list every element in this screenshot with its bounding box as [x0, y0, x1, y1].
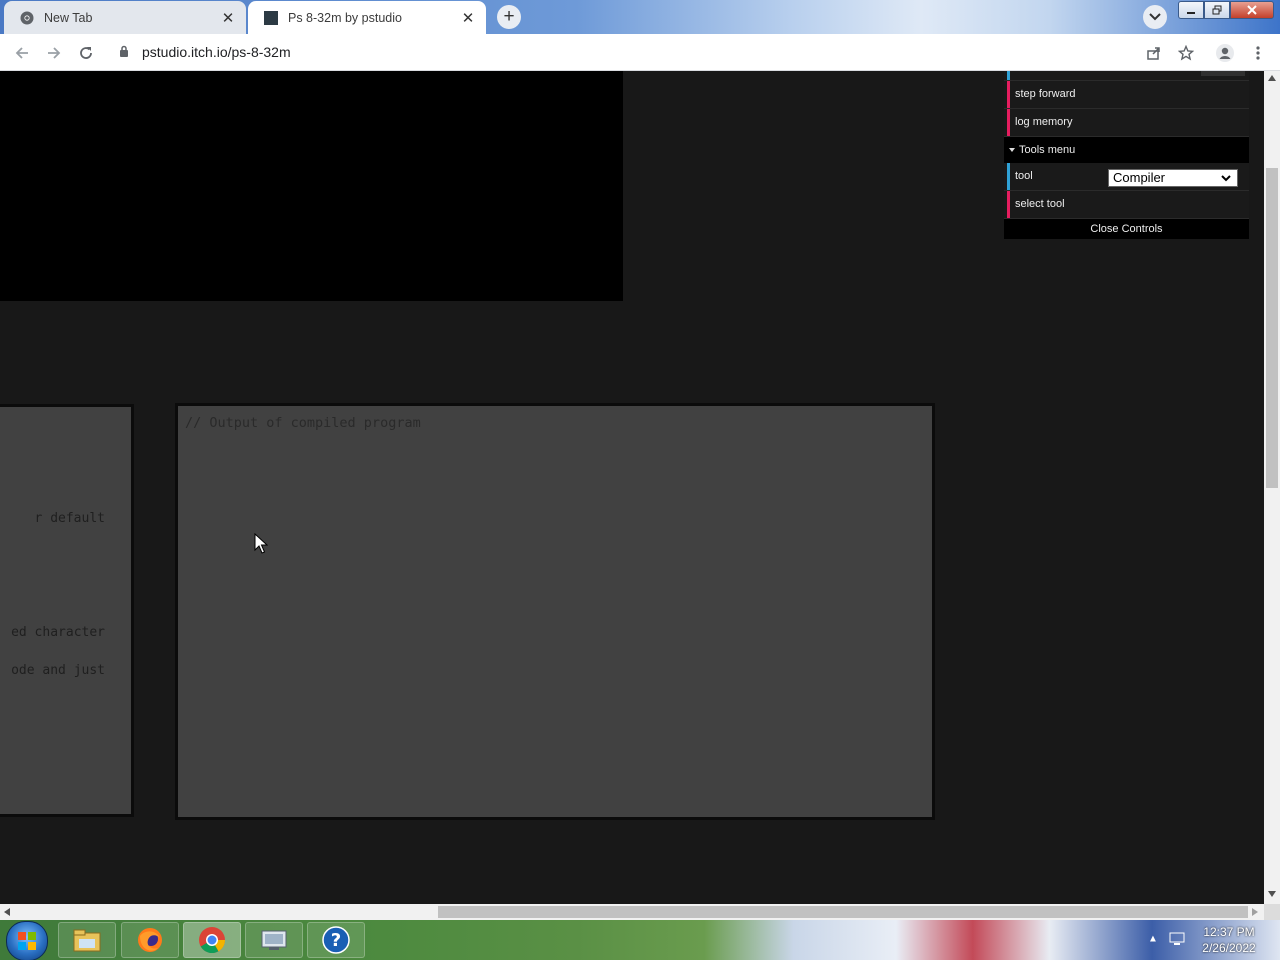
game-canvas[interactable]: [0, 71, 623, 301]
back-arrow-icon: [15, 47, 28, 59]
firefox-icon: [138, 928, 162, 952]
tab-new-tab[interactable]: New Tab ✕: [4, 1, 246, 34]
select-tool-button[interactable]: select tool: [1004, 191, 1249, 219]
chevron-down-icon: [1149, 13, 1161, 21]
control-label: select tool: [1015, 198, 1065, 210]
network-taskbar-button[interactable]: [245, 922, 303, 958]
tray-area: ▲: [1148, 932, 1185, 946]
scroll-right-icon[interactable]: [1252, 908, 1258, 916]
row-accent: [1007, 71, 1010, 80]
code-line: ode and just: [11, 663, 105, 678]
close-window-button[interactable]: [1230, 1, 1274, 19]
vertical-scrollbar[interactable]: [1264, 71, 1280, 904]
forward-arrow-icon: [48, 47, 61, 59]
tool-control-row: tool Compiler: [1004, 163, 1249, 191]
row-accent: [1007, 191, 1010, 218]
control-label: step forward: [1015, 88, 1076, 100]
scroll-left-icon[interactable]: [4, 908, 10, 916]
horizontal-scrollbar[interactable]: [0, 904, 1264, 920]
tab-search-button[interactable]: [1143, 5, 1167, 29]
restore-button[interactable]: [1204, 1, 1230, 19]
network-icon: [261, 930, 287, 950]
bookmark-button[interactable]: [1175, 42, 1197, 64]
close-tab-icon[interactable]: ✕: [458, 9, 478, 27]
code-line: ed character: [11, 625, 105, 640]
menu-button[interactable]: [1247, 42, 1269, 64]
code-line: r default: [34, 511, 105, 526]
compiled-output-editor[interactable]: // Output of compiled program: [175, 403, 935, 820]
clock-time: 12:37 PM: [1203, 925, 1255, 939]
horizontal-scroll-thumb[interactable]: [438, 906, 1248, 918]
output-placeholder: // Output of compiled program: [185, 415, 421, 431]
share-icon: [1147, 47, 1160, 60]
tab-title: New Tab: [44, 10, 93, 25]
window-controls: [1178, 1, 1274, 20]
chrome-icon: [20, 11, 34, 25]
caret-down-icon: [1009, 148, 1015, 152]
close-tab-icon[interactable]: ✕: [218, 9, 238, 27]
close-icon: [1247, 5, 1257, 15]
chevron-down-icon: [1221, 175, 1231, 182]
source-code-editor[interactable]: r default ed character ode and just: [0, 404, 134, 817]
step-forward-button[interactable]: step forward: [1004, 81, 1249, 109]
kebab-menu-icon: [1256, 46, 1260, 60]
back-button[interactable]: [11, 42, 33, 64]
system-clock[interactable]: 12:37 PM 2/26/2022: [1196, 924, 1262, 956]
chrome-icon: [199, 927, 226, 954]
page-content: r default ed character ode and just // O…: [0, 71, 1264, 904]
help-taskbar-button[interactable]: ?: [307, 922, 365, 958]
row-accent: [1007, 81, 1010, 108]
scrollbar-corner: [1264, 904, 1280, 920]
url-text[interactable]: pstudio.itch.io/ps-8-32m: [142, 44, 291, 60]
tool-select[interactable]: Compiler: [1108, 169, 1238, 187]
star-icon: [1178, 45, 1194, 61]
vertical-scroll-thumb[interactable]: [1266, 168, 1278, 488]
control-label: log memory: [1015, 116, 1073, 128]
windows-logo-icon: [18, 932, 36, 950]
reload-button[interactable]: [75, 42, 97, 64]
start-button[interactable]: [6, 921, 48, 960]
svg-text:?: ?: [331, 930, 341, 951]
controls-panel: step forward log memory Tools menu tool …: [1004, 71, 1249, 239]
tools-menu-folder[interactable]: Tools menu: [1004, 137, 1249, 163]
taskbar: ? ▲ 12:37 PM 2/26/2022: [0, 920, 1280, 960]
share-button[interactable]: [1143, 42, 1165, 64]
avatar-icon: [1216, 44, 1234, 62]
minimize-button[interactable]: [1178, 1, 1204, 19]
tool-select-value: Compiler: [1113, 170, 1166, 185]
folder-title: Tools menu: [1019, 144, 1076, 156]
scroll-up-icon[interactable]: [1268, 75, 1276, 81]
page-favicon: [264, 10, 278, 25]
help-icon: ?: [322, 926, 350, 954]
chrome-taskbar-button[interactable]: [183, 922, 241, 958]
scroll-down-icon[interactable]: [1268, 891, 1276, 897]
control-row-partial: [1004, 71, 1249, 81]
restore-icon: [1212, 5, 1222, 15]
close-controls-button[interactable]: Close Controls: [1004, 219, 1249, 239]
mouse-cursor-icon: [254, 532, 269, 560]
tab-title: Ps 8-32m by pstudio: [288, 10, 402, 25]
reload-icon: [80, 47, 92, 59]
explorer-taskbar-button[interactable]: [58, 922, 116, 958]
row-accent: [1007, 163, 1010, 190]
forward-button[interactable]: [43, 42, 65, 64]
show-hidden-icons-icon[interactable]: ▲: [1148, 934, 1158, 945]
firefox-taskbar-button[interactable]: [121, 922, 179, 958]
control-label: tool: [1015, 170, 1033, 182]
log-memory-button[interactable]: log memory: [1004, 109, 1249, 137]
lock-icon[interactable]: [119, 45, 129, 63]
clock-date: 2/26/2022: [1202, 941, 1256, 955]
new-tab-button[interactable]: +: [497, 5, 521, 29]
row-accent: [1007, 109, 1010, 136]
partial-button: [1201, 71, 1245, 76]
network-status-icon[interactable]: [1169, 932, 1185, 946]
profile-button[interactable]: [1214, 42, 1236, 64]
tab-ps-8-32m[interactable]: Ps 8-32m by pstudio ✕: [248, 1, 486, 34]
explorer-icon: [73, 929, 101, 952]
address-bar: pstudio.itch.io/ps-8-32m: [0, 34, 1280, 71]
tab-strip: New Tab ✕ Ps 8-32m by pstudio ✕ +: [0, 0, 1280, 34]
minimize-icon: [1187, 12, 1195, 14]
